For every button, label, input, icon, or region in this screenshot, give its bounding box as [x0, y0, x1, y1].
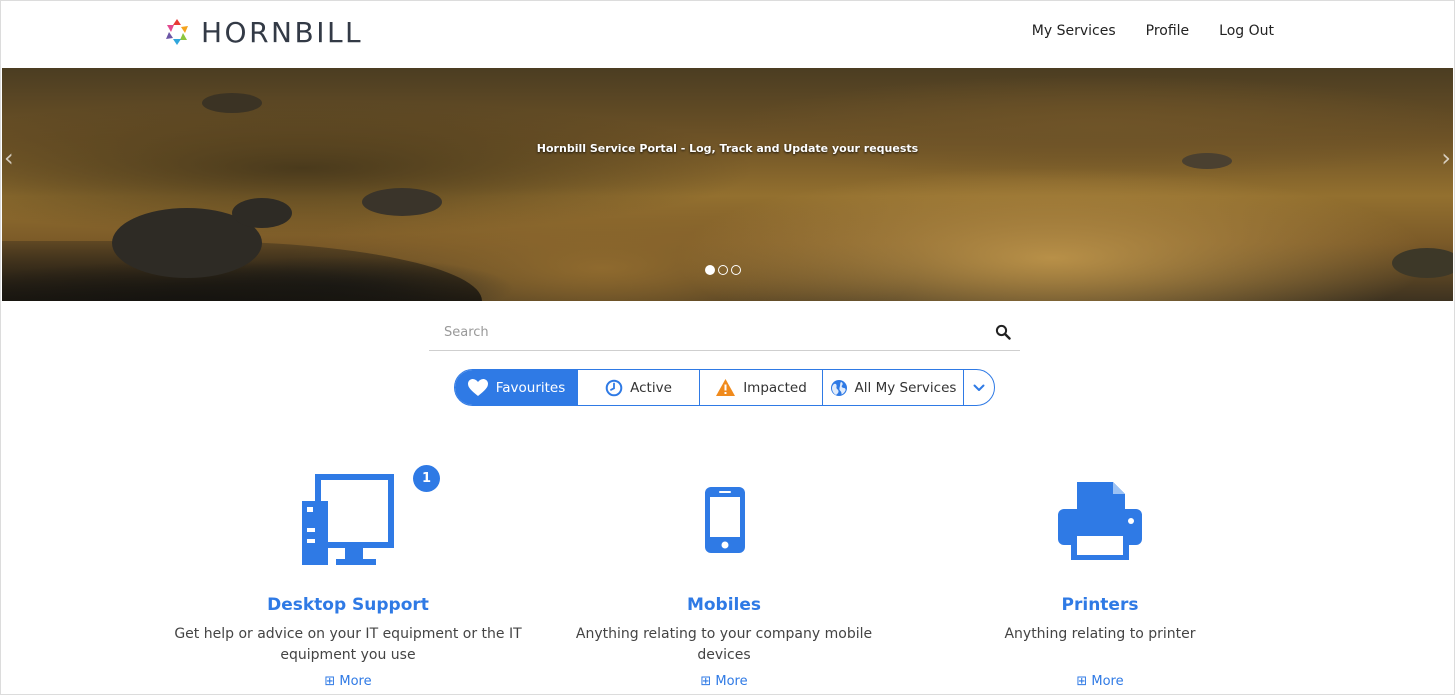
- expand-icon: ⊞: [700, 674, 716, 689]
- filter-favourites-button[interactable]: Favourites: [455, 370, 578, 405]
- search-bar: [429, 314, 1020, 351]
- service-description: Get help or advice on your IT equipment …: [174, 626, 522, 663]
- expand-icon: ⊞: [324, 674, 340, 689]
- mobile-phone-icon: [705, 487, 745, 553]
- carousel-dot-1[interactable]: [705, 265, 715, 275]
- service-more-label: More: [1091, 674, 1124, 689]
- filter-impacted-button[interactable]: Impacted: [700, 370, 823, 405]
- service-card-desktop-support[interactable]: 1 Desktop Support Get help or advice on …: [173, 465, 523, 695]
- filter-impacted-label: Impacted: [743, 379, 807, 396]
- clock-icon: [605, 379, 623, 396]
- chevron-down-icon: [973, 384, 985, 391]
- hero-landscape-rock: [1392, 248, 1453, 278]
- globe-icon: [830, 379, 847, 396]
- hornbill-logo-icon: [166, 19, 188, 45]
- hornbill-logo[interactable]: HORNBILL: [161, 15, 363, 49]
- service-filter-group: Favourites Active Impacted All My Servic…: [454, 369, 995, 406]
- service-description: Anything relating to printer: [1004, 626, 1196, 642]
- nav-logout[interactable]: Log Out: [1219, 23, 1274, 39]
- service-description: Anything relating to your company mobile…: [575, 626, 873, 663]
- warning-icon: [716, 379, 736, 396]
- nav-my-services[interactable]: My Services: [1032, 23, 1116, 39]
- search-input[interactable]: [429, 314, 989, 350]
- carousel-dot-2[interactable]: [718, 265, 728, 275]
- service-more-link[interactable]: ⊞ More: [549, 674, 899, 689]
- top-nav: My Services Profile Log Out: [1032, 23, 1274, 39]
- heart-icon: [467, 379, 488, 396]
- hero-landscape-rock: [362, 188, 442, 216]
- service-title[interactable]: Mobiles: [549, 595, 899, 615]
- hero-landscape-rock: [1182, 153, 1232, 169]
- hero-landscape-rock: [232, 198, 292, 228]
- search-icon[interactable]: [995, 324, 1011, 340]
- filter-all-services-button[interactable]: All My Services: [823, 370, 964, 405]
- carousel-next-icon[interactable]: ›: [1441, 144, 1451, 172]
- service-more-link[interactable]: ⊞ More: [925, 674, 1275, 689]
- service-more-label: More: [715, 674, 748, 689]
- service-title[interactable]: Printers: [925, 595, 1275, 615]
- nav-profile[interactable]: Profile: [1146, 23, 1190, 39]
- brand-name: HORNBILL: [201, 15, 364, 49]
- printer-icon: [1058, 482, 1142, 560]
- service-more-link[interactable]: ⊞ More: [173, 674, 523, 689]
- desktop-computer-icon: [302, 474, 394, 565]
- expand-icon: ⊞: [1076, 674, 1092, 689]
- filter-all-services-label: All My Services: [854, 379, 957, 396]
- service-card-mobiles[interactable]: Mobiles Anything relating to your compan…: [549, 465, 899, 695]
- filter-dropdown-button[interactable]: [964, 370, 994, 405]
- filter-active-button[interactable]: Active: [578, 370, 700, 405]
- service-more-label: More: [339, 674, 372, 689]
- filter-active-label: Active: [630, 379, 672, 396]
- notification-badge: 1: [413, 465, 440, 492]
- carousel-indicators: [705, 265, 741, 275]
- filter-favourites-label: Favourites: [495, 379, 566, 396]
- top-bar: HORNBILL My Services Profile Log Out: [1, 1, 1454, 68]
- carousel-dot-3[interactable]: [731, 265, 741, 275]
- carousel-prev-icon[interactable]: ‹: [4, 144, 14, 172]
- service-card-printers[interactable]: Printers Anything relating to printer ⊞ …: [925, 465, 1275, 695]
- hero-carousel: Hornbill Service Portal - Log, Track and…: [2, 68, 1453, 301]
- hero-caption: Hornbill Service Portal - Log, Track and…: [536, 142, 919, 155]
- service-title[interactable]: Desktop Support: [173, 595, 523, 615]
- hero-landscape-rock: [202, 93, 262, 113]
